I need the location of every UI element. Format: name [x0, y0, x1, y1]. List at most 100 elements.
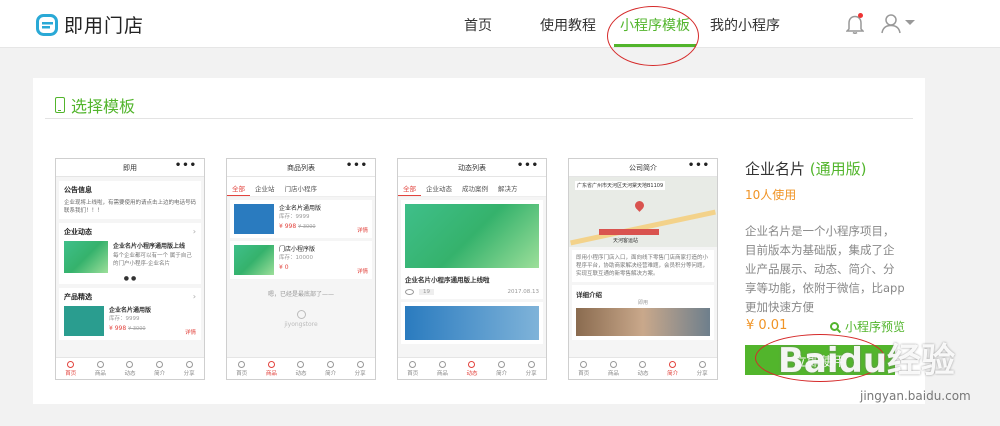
preview-label: 小程序预览	[845, 320, 906, 334]
footer-label: 简介	[154, 371, 166, 377]
nav-my-miniapps[interactable]: 我的小程序	[710, 15, 780, 35]
footer-products: 商品	[428, 358, 458, 379]
old-price-text: ¥ 3000	[298, 224, 316, 230]
product-title: 门店小程序版	[279, 246, 316, 253]
footer-intro: 简介	[658, 358, 688, 379]
preview-link[interactable]: 小程序预览	[830, 318, 905, 335]
template-panel: 选择模板 即用 ••• 公告信息 企业现将上线啦，有需要使用的请点击上边的电话号…	[33, 78, 925, 404]
news-image	[64, 241, 108, 273]
article-title: 企业名片小程序通用版上线啦	[405, 276, 490, 284]
brand-logo[interactable]: 即用门店	[36, 11, 144, 38]
phone-tab: 全部	[227, 177, 250, 196]
product-image	[234, 204, 274, 234]
footer-label: 首页	[578, 371, 590, 377]
phone-tab: 解决方	[498, 185, 518, 193]
nav-tutorial[interactable]: 使用教程	[540, 15, 596, 35]
brand-name: 即用门店	[64, 15, 145, 37]
more-icon: •••	[516, 160, 539, 171]
footer-home: 首页	[227, 358, 257, 379]
template-preview-3[interactable]: 动态列表 ••• 全部 企业动态 成功案例 解决方 企业名片小程序通用版上线啦 …	[397, 158, 547, 380]
section-heading-text: 产品精选	[64, 293, 92, 301]
footer-label: 分享	[183, 371, 195, 377]
footer-label: 动态	[124, 371, 136, 377]
footer-share: 分享	[345, 358, 375, 379]
footer-share: 分享	[174, 358, 204, 379]
notice-section: 公告信息 企业现将上线啦，有需要使用的请点击上边的电话号码联系我们！！！	[59, 181, 201, 219]
more-icon: •••	[174, 160, 197, 171]
phone-header: 公司简介 •••	[569, 159, 717, 177]
carousel-dots: ● ●	[123, 275, 137, 282]
template-preview-2[interactable]: 商品列表 ••• 全部 企业站 门店小程序 企业名片通用版 库存：9999 ¥ …	[226, 158, 376, 380]
detail-tag: 详情	[184, 330, 196, 336]
footer-news: 动态	[115, 358, 145, 379]
article-meta: 19 2017.08.13	[405, 289, 539, 295]
footer-label: 首页	[236, 371, 248, 377]
footer-share: 分享	[516, 358, 546, 379]
brand-icon	[296, 310, 306, 319]
template-preview-1[interactable]: 即用 ••• 公告信息 企业现将上线啦，有需要使用的请点击上边的电话号码联系我们…	[55, 158, 205, 380]
footer-brand: jiyongstore	[227, 310, 375, 328]
product-title: 企业名片通用版	[279, 205, 322, 212]
news-section: 企业动态 › 企业名片小程序通用版上线 每个企业都可以有一个 属于自己的门户小程序…	[59, 223, 201, 284]
product-text: 企业名片通用版 库存：9999 ¥ 998 ¥ 3000	[279, 204, 321, 234]
footer-products: 商品	[257, 358, 287, 379]
list-end-text: 嗯，已经是最底部了——	[267, 291, 334, 298]
phone-header: 即用 •••	[56, 159, 204, 177]
user-icon[interactable]	[880, 12, 902, 34]
news-icon	[468, 361, 476, 368]
template-name: 企业名片 (通用版)	[745, 158, 905, 179]
phone-header: 商品列表 •••	[227, 159, 375, 177]
goods-icon	[609, 361, 617, 368]
intro-icon	[327, 361, 335, 368]
template-description: 企业名片是一个小程序项目，目前版本为基础版，集成了企业产品展示、动态、简介、分享…	[745, 224, 905, 314]
template-info: 企业名片 (通用版) 10人使用 企业名片是一个小程序项目，目前版本为基础版，集…	[745, 158, 905, 317]
phone-tabs: 全部 企业站 门店小程序	[227, 177, 375, 197]
home-icon	[580, 361, 588, 368]
footer-brand-text: jiyongstore	[284, 321, 318, 328]
footer-label: 动态	[466, 371, 478, 377]
phone-icon	[55, 97, 65, 113]
detail-heading: 详细介绍	[576, 291, 602, 299]
footer-label: 简介	[667, 371, 679, 377]
map-road	[570, 209, 716, 246]
map-station	[599, 229, 659, 235]
phone-tab: 成功案例	[462, 185, 488, 193]
intro-icon	[156, 361, 164, 368]
footer-label: 首页	[407, 371, 419, 377]
more-icon: •••	[345, 160, 368, 171]
panel-title-text: 选择模板	[71, 97, 136, 116]
product-title: 企业名片通用版	[109, 307, 152, 314]
article-image	[405, 306, 539, 340]
template-preview-4[interactable]: 公司简介 ••• 广东省广州市天河区天河棠天地B1109 天河客运站 即用小程序…	[568, 158, 718, 380]
nav-home[interactable]: 首页	[464, 15, 492, 35]
top-bar: 即用门店 首页 使用教程 小程序模板 我的小程序	[0, 0, 1000, 48]
goods-icon	[96, 361, 104, 368]
template-name-text: 企业名片	[745, 160, 806, 178]
goods-icon	[438, 361, 446, 368]
product-price: ¥ 998 ¥ 3000	[109, 324, 151, 334]
news-desc: 每个企业都可以有一个 属于自己的门户小程序-企业名片	[113, 253, 192, 267]
footer-label: 分享	[525, 371, 537, 377]
usage-count: 10人使用	[745, 188, 797, 202]
article-card-2	[401, 302, 543, 344]
product-stock: 库存：10000	[279, 255, 313, 261]
footer-label: 动态	[295, 371, 307, 377]
footer-label: 商品	[94, 371, 106, 377]
detail-sub: 即用	[637, 300, 648, 306]
phone-tab: 企业动态	[426, 185, 452, 193]
news-icon	[639, 361, 647, 368]
footer-label: 商品	[607, 371, 619, 377]
footer-label: 分享	[354, 371, 366, 377]
phone-footer: 首页 商品 动态 简介 分享	[56, 357, 204, 379]
template-version: (通用版)	[809, 160, 867, 178]
chevron-down-icon[interactable]	[905, 20, 915, 25]
footer-label: 简介	[325, 371, 337, 377]
template-price: ¥ 0.01	[746, 318, 788, 333]
search-icon	[830, 322, 839, 331]
product-price: ¥ 998 ¥ 3000	[279, 222, 321, 232]
home-icon	[67, 361, 75, 368]
footer-products: 商品	[599, 358, 629, 379]
panel-title: 选择模板	[55, 93, 135, 117]
share-icon	[356, 361, 364, 368]
detail-photo	[576, 308, 710, 336]
